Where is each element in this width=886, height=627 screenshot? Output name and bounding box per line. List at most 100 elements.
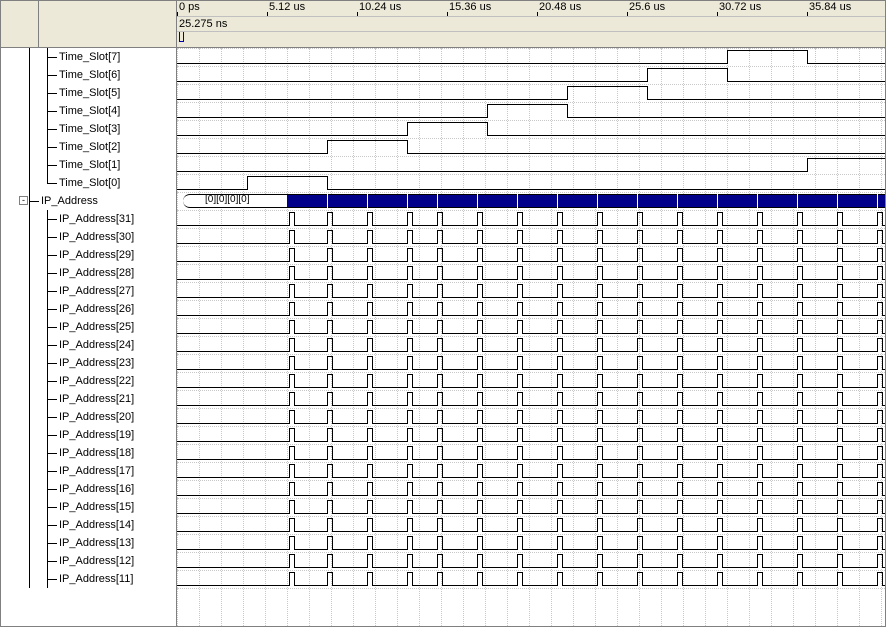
signal-row[interactable]: IP_Address[22] [1,372,176,390]
waveform-area[interactable]: [0][0][0][0] [177,48,885,626]
signal-name-label: IP_Address [39,195,98,207]
signal-row[interactable]: IP_Address[16] [1,480,176,498]
signal-name-label: IP_Address[28] [57,267,134,279]
signal-row[interactable]: Time_Slot[6] [1,66,176,84]
waveform-row [177,480,885,498]
signal-row[interactable]: IP_Address[17] [1,462,176,480]
signal-panel-header [1,1,176,48]
expand-collapse-icon[interactable]: - [19,196,28,205]
signal-name-label: IP_Address[30] [57,231,134,243]
app-root: Time_Slot[7] Time_Slot[6] Time_Slot[5] Time… [0,0,886,627]
ruler-tick-label: 5.12 us [269,1,305,13]
waveform-row [177,210,885,228]
ruler-tick-label: 15.36 us [449,1,491,13]
signal-row[interactable]: IP_Address[18] [1,444,176,462]
signal-name-label: IP_Address[11] [57,573,133,585]
signal-name-label: IP_Address[26] [57,303,134,315]
waveform-row [177,408,885,426]
signal-row[interactable]: IP_Address[29] [1,246,176,264]
bus-row: [0][0][0][0] [177,192,885,210]
waveform-row [177,84,885,102]
signal-name-label: IP_Address[15] [57,501,134,513]
signal-name-label: Time_Slot[1] [57,159,120,171]
signal-name-label: IP_Address[16] [57,483,134,495]
signal-name-label: Time_Slot[3] [57,123,120,135]
bus-value-label: [0][0][0][0] [205,194,249,205]
signal-name-label: IP_Address[20] [57,411,134,423]
signal-row[interactable]: IP_Address[28] [1,264,176,282]
waveform-row [177,426,885,444]
signal-row[interactable]: Time_Slot[7] [1,48,176,66]
signal-row[interactable]: Time_Slot[4] [1,102,176,120]
signal-name-label: IP_Address[12] [57,555,134,567]
signal-name-label: IP_Address[18] [57,447,134,459]
waveform-row [177,48,885,66]
signal-row[interactable]: IP_Address[12] [1,552,176,570]
signal-row[interactable]: Time_Slot[5] [1,84,176,102]
waveform-row [177,336,885,354]
cursor-time-label: 25.275 ns [179,18,227,30]
signal-list[interactable]: Time_Slot[7] Time_Slot[6] Time_Slot[5] Time… [1,48,176,626]
signal-row[interactable]: IP_Address[24] [1,336,176,354]
signal-name-label: IP_Address[23] [57,357,134,369]
signal-name-label: IP_Address[19] [57,429,134,441]
signal-row[interactable]: IP_Address[26] [1,300,176,318]
signal-row[interactable]: Time_Slot[1] [1,156,176,174]
ruler-tick-label: 30.72 us [719,1,761,13]
ruler-tick-label: 0 ps [179,1,200,13]
cursor-marker-icon[interactable] [179,32,184,42]
time-ruler[interactable]: 0 ps 5.12 us 10.24 us 15.36 us 20.48 us 25.6 … [177,1,885,48]
waveform-row [177,570,885,588]
signal-name-label: Time_Slot[2] [57,141,120,153]
signal-name-label: IP_Address[31] [57,213,134,225]
signal-name-label: Time_Slot[4] [57,105,120,117]
waveform-row [177,552,885,570]
waveform-row [177,156,885,174]
waveform-row [177,498,885,516]
waveform-row [177,138,885,156]
waveform-row [177,462,885,480]
signal-name-label: Time_Slot[6] [57,69,120,81]
signal-name-label: IP_Address[22] [57,375,134,387]
signal-row[interactable]: IP_Address[14] [1,516,176,534]
signal-row[interactable]: IP_Address[21] [1,390,176,408]
waveform-row [177,246,885,264]
signal-row[interactable]: Time_Slot[0] [1,174,176,192]
waveform-panel: 0 ps 5.12 us 10.24 us 15.36 us 20.48 us 25.6 … [177,1,885,626]
signal-row[interactable]: Time_Slot[3] [1,120,176,138]
signal-name-label: Time_Slot[7] [57,51,120,63]
waveform-row [177,282,885,300]
signal-row[interactable]: IP_Address[19] [1,426,176,444]
signal-name-label: IP_Address[29] [57,249,134,261]
signal-name-label: IP_Address[24] [57,339,134,351]
ruler-ticks-row: 0 ps 5.12 us 10.24 us 15.36 us 20.48 us 25.6 … [177,1,885,17]
signal-row[interactable]: IP_Address[31] [1,210,176,228]
ruler-tick-label: 20.48 us [539,1,581,13]
signal-row[interactable]: IP_Address[25] [1,318,176,336]
signal-name-label: IP_Address[14] [57,519,134,531]
waveform-row [177,300,885,318]
waveform-row [177,444,885,462]
ruler-cursor-row: 25.275 ns [177,17,885,32]
wave-layer: [0][0][0][0] [177,48,885,626]
waveform-row [177,516,885,534]
waveform-row [177,174,885,192]
ruler-tick-label: 35.84 us [809,1,851,13]
ruler-marker-row [177,32,885,46]
signal-row[interactable]: - IP_Address [1,192,176,210]
signal-row[interactable]: IP_Address[20] [1,408,176,426]
signal-row[interactable]: IP_Address[13] [1,534,176,552]
signal-row[interactable]: IP_Address[11] [1,570,176,588]
waveform-row [177,120,885,138]
signal-name-panel: Time_Slot[7] Time_Slot[6] Time_Slot[5] Time… [1,1,177,626]
signal-row[interactable]: IP_Address[30] [1,228,176,246]
signal-name-label: IP_Address[17] [57,465,134,477]
waveform-row [177,318,885,336]
signal-row[interactable]: IP_Address[23] [1,354,176,372]
waveform-row [177,66,885,84]
signal-row[interactable]: Time_Slot[2] [1,138,176,156]
ruler-tick-label: 25.6 us [629,1,665,13]
signal-row[interactable]: IP_Address[27] [1,282,176,300]
signal-row[interactable]: IP_Address[15] [1,498,176,516]
ruler-tick-label: 10.24 us [359,1,401,13]
